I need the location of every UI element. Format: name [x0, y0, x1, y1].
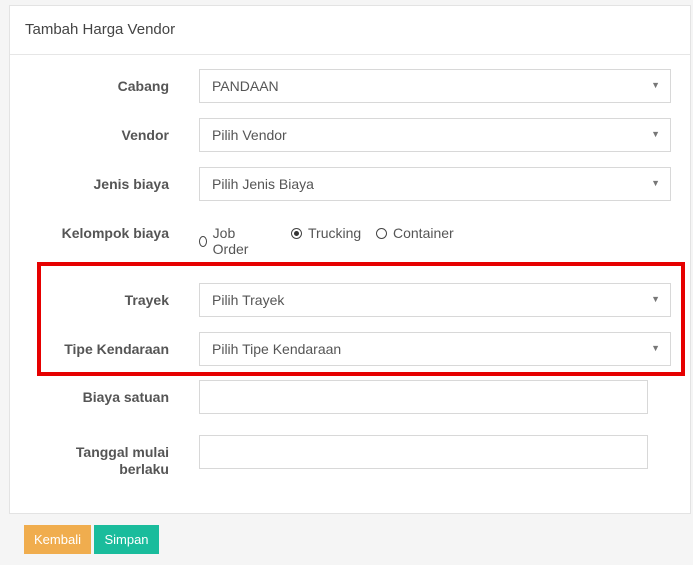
radio-container[interactable]: Container — [376, 225, 454, 241]
cabang-select[interactable]: PANDAAN ▼ — [199, 69, 671, 103]
vendor-label: Vendor — [121, 127, 169, 143]
vendor-select[interactable]: Pilih Vendor ▼ — [199, 118, 671, 152]
trayek-select[interactable]: Pilih Trayek ▼ — [199, 283, 671, 317]
radio-job-order-circle[interactable] — [199, 235, 207, 247]
radio-trucking[interactable]: Trucking — [291, 225, 361, 241]
cabang-value: PANDAAN — [212, 78, 279, 94]
tanggal-mulai-input[interactable] — [199, 435, 648, 469]
jenis-biaya-label: Jenis biaya — [93, 176, 170, 192]
tanggal-mulai-label-line2: berlaku — [119, 461, 169, 477]
radio-container-circle[interactable] — [376, 227, 387, 239]
radio-job-order-label: Job Order — [212, 225, 249, 257]
trayek-label: Trayek — [124, 292, 169, 308]
back-button[interactable]: Kembali — [24, 525, 91, 554]
panel-header: Tambah Harga Vendor — [10, 6, 690, 55]
biaya-satuan-input[interactable] — [199, 380, 648, 414]
tipe-kendaraan-label: Tipe Kendaraan — [64, 341, 169, 357]
form-panel: Tambah Harga Vendor Cabang PANDAAN ▼ Ven… — [9, 5, 691, 514]
save-button[interactable]: Simpan — [94, 525, 159, 554]
caret-down-icon: ▼ — [651, 343, 660, 353]
jenis-biaya-value: Pilih Jenis Biaya — [212, 176, 314, 192]
form-footer: Kembali Simpan — [9, 514, 691, 565]
cabang-label: Cabang — [117, 78, 169, 94]
radio-container-label: Container — [393, 225, 454, 241]
tipe-kendaraan-value: Pilih Tipe Kendaraan — [212, 341, 342, 357]
radio-trucking-label: Trucking — [308, 225, 362, 241]
trayek-value: Pilih Trayek — [212, 292, 285, 308]
vendor-value: Pilih Vendor — [212, 127, 287, 143]
jenis-biaya-select[interactable]: Pilih Jenis Biaya ▼ — [199, 167, 671, 201]
caret-down-icon: ▼ — [651, 80, 660, 90]
caret-down-icon: ▼ — [651, 294, 660, 304]
caret-down-icon: ▼ — [651, 178, 660, 188]
radio-trucking-circle[interactable] — [291, 227, 302, 239]
caret-down-icon: ▼ — [651, 129, 660, 139]
page-title: Tambah Harga Vendor — [25, 21, 176, 38]
biaya-satuan-label: Biaya satuan — [82, 389, 169, 405]
tipe-kendaraan-select[interactable]: Pilih Tipe Kendaraan ▼ — [199, 332, 671, 366]
kelompok-biaya-label: Kelompok biaya — [61, 225, 169, 241]
radio-job-order[interactable]: Job Order — [199, 225, 252, 257]
